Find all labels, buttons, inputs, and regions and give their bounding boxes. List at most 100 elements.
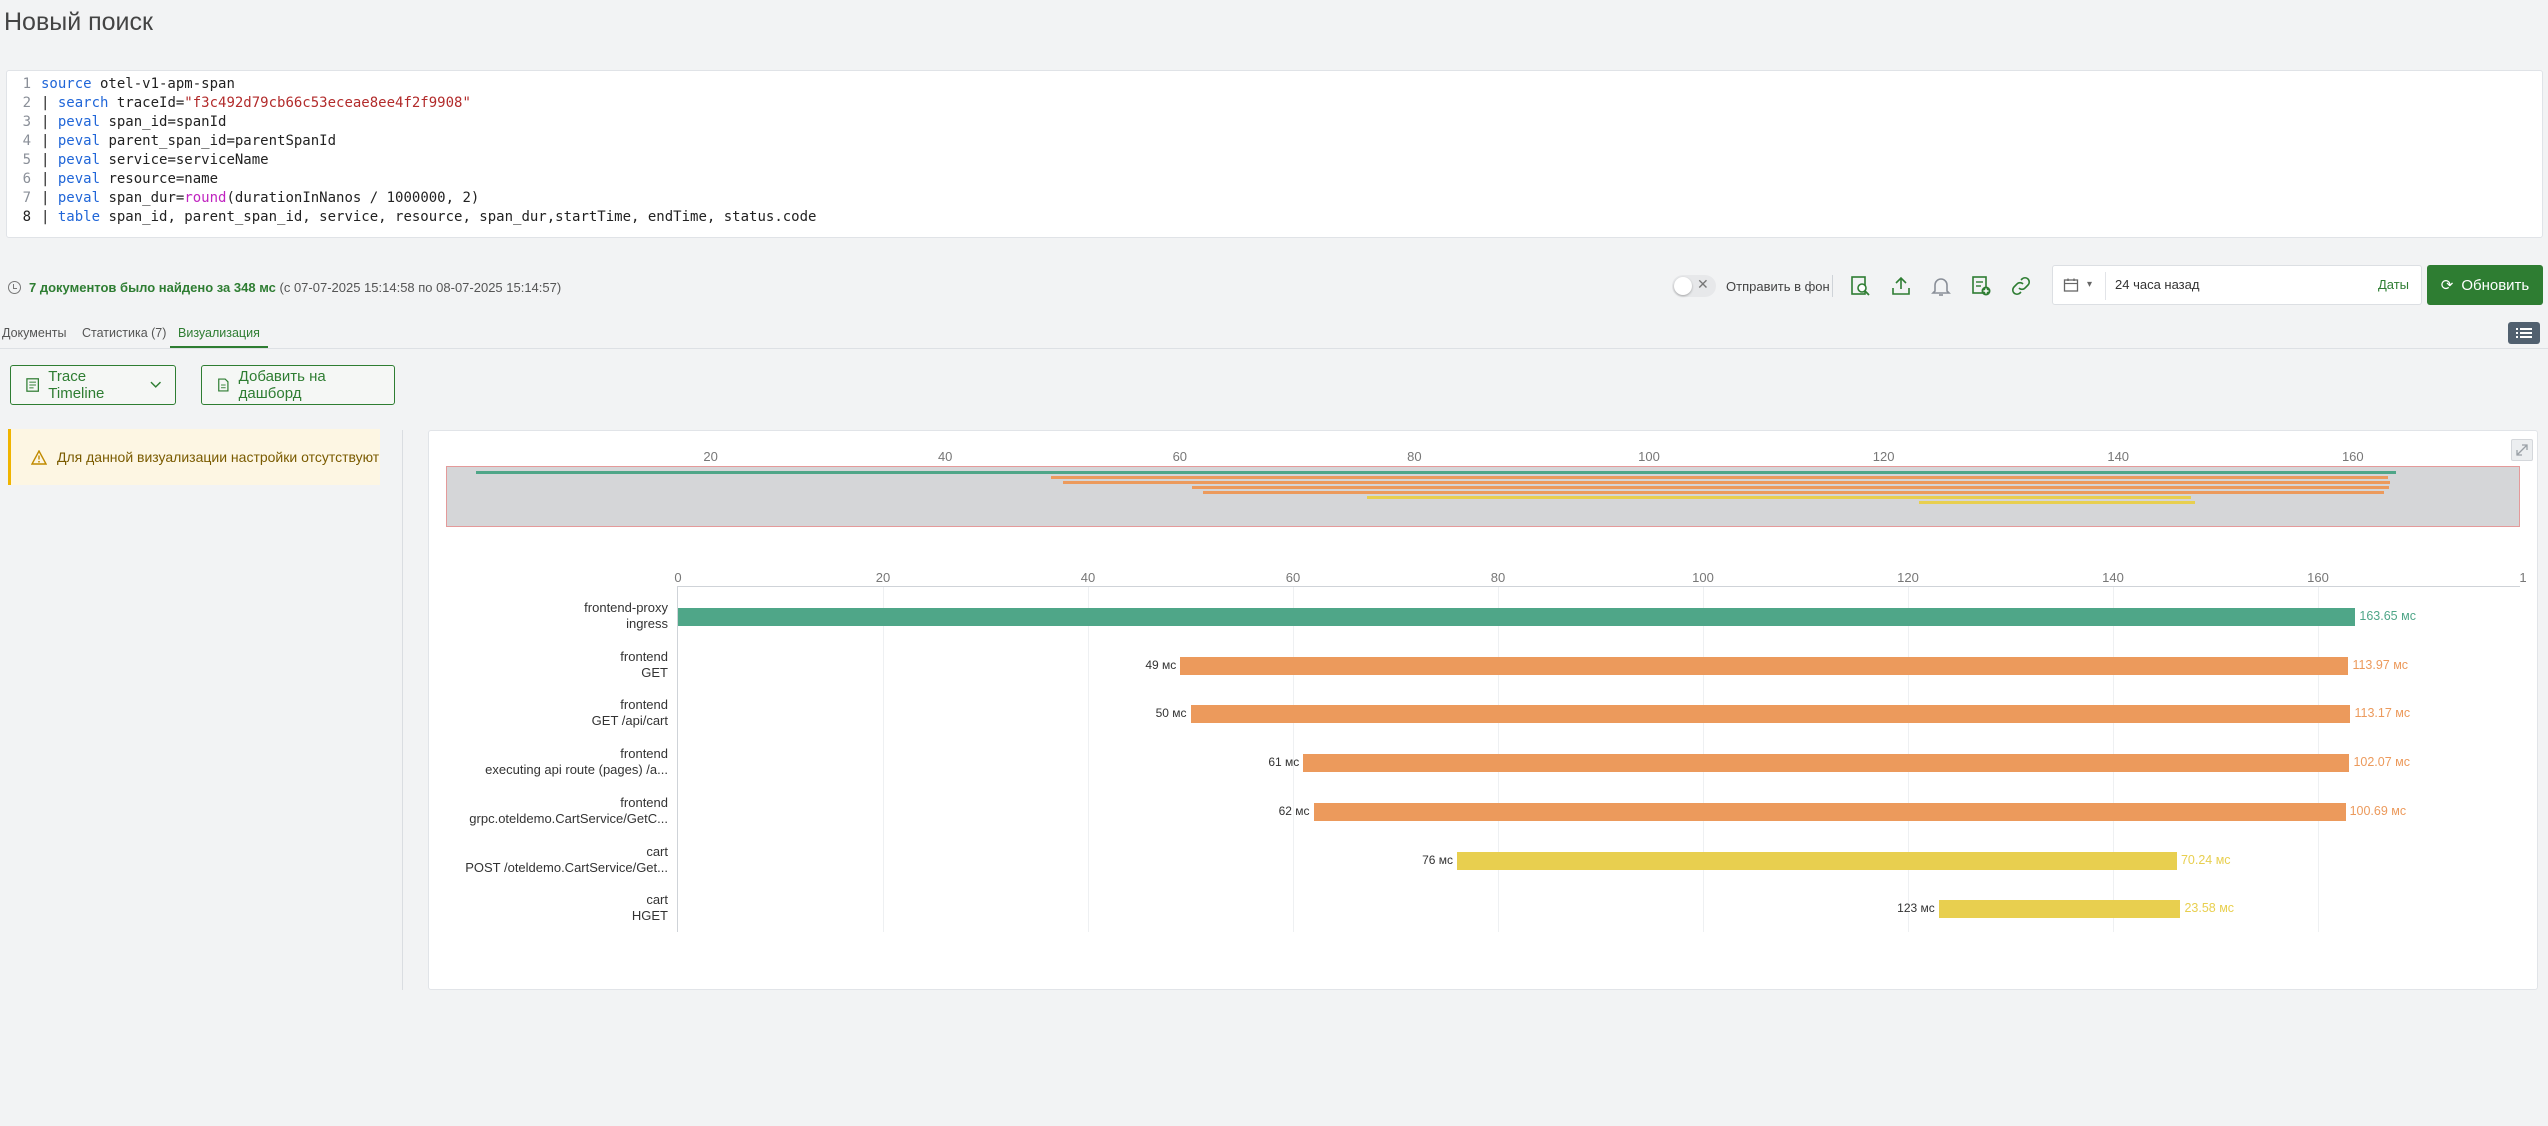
span-bar[interactable] [1313,802,2346,821]
span-resource-label: GET [641,664,668,680]
document-plus-icon [1972,276,1991,296]
overview-tick-label: 40 [937,449,953,464]
span-duration-label: 100.69 мс [2349,803,2407,818]
link-icon [2011,276,2031,296]
overview-tick-label: 80 [1407,449,1422,464]
span-bar[interactable] [1303,754,2350,773]
span-bar[interactable] [1938,900,2181,919]
code-line[interactable]: 3 | peval span_id=spanId [7,113,227,132]
export-button[interactable] [1887,272,1915,300]
code-token: resource=name [100,171,219,187]
query-editor[interactable]: 1 source otel-v1-apm-span 2 | search traceI… [6,70,2543,238]
list-view-button[interactable] [2508,322,2540,344]
share-link-button[interactable] [2007,272,2035,300]
span-resource-label: GET /api/cart [591,713,668,729]
refresh-icon: ⟳ [2440,277,2454,294]
span-bar[interactable] [678,608,2356,626]
code-token: "f3c492d79cb66c53eceae8ee4f2f9908" [184,95,471,111]
overview-tick-label: 20 [703,449,718,464]
upload-icon [1892,276,1910,295]
span-start-label: 61 мс [1268,755,1300,770]
dates-link[interactable]: Даты [2378,277,2409,292]
span-service-label: frontend [620,794,668,810]
code-line[interactable]: 1 source otel-v1-apm-span [7,75,235,94]
add-to-dashboard-button[interactable]: Добавить на дашборд [201,365,395,405]
overview-span-bar [476,471,2396,474]
span-bar[interactable] [1180,656,2349,675]
code-token: round [184,190,227,206]
toggle-knob [1674,277,1692,295]
overview-span-bar [1203,491,2385,494]
background-toggle[interactable]: ✕ [1672,275,1716,297]
code-token: span_id=spanId [100,114,227,130]
expand-icon[interactable] [2511,439,2533,461]
viz-type-select[interactable]: Trace Timeline [10,365,176,405]
code-line[interactable]: 7 | peval span_dur=round(durationInNanos … [7,189,480,208]
axis-tick-label: 20 [875,570,891,585]
axis-tick-label: 60 [1285,570,1301,585]
code-line[interactable]: 8 | table span_id, parent_span_id, servic… [7,208,817,227]
code-token: otel-v1-apm-span [91,76,235,92]
chevron-down-icon [150,381,161,388]
chevron-down-icon[interactable]: ▾ [2087,279,2092,290]
axis-tick-label: 100 [1692,570,1714,585]
code-token: peval [57,114,101,130]
span-start-label: 62 мс [1278,803,1310,818]
axis-tick-label: 120 [1897,570,1919,585]
span-duration-label: 102.07 мс [2353,755,2411,770]
line-number: 8 [22,209,31,225]
time-range-picker[interactable]: ▾ 24 часа назад Даты [2052,265,2422,305]
overview-span-bar [1062,481,2390,484]
refresh-label: Обновить [2461,276,2530,294]
results-count: 7 документов было найдено за 348 мс [29,280,276,295]
code-token: | [41,133,58,149]
span-bar[interactable] [1190,705,2351,724]
settings-alert: Для данной визуализации настройки отсутс… [8,429,380,485]
overview-tick-label: 120 [1872,449,1895,464]
tab-visualization[interactable]: Визуализация [170,322,268,348]
bell-icon [1931,278,1951,296]
gridline [883,587,884,932]
time-range-value[interactable]: 24 часа назад [2115,277,2199,292]
code-token: peval [57,152,101,168]
span-resource-label: ingress [626,616,668,631]
span-duration-label: 163.65 мс [2359,609,2416,623]
code-token: traceId= [108,95,185,111]
picker-divider [2105,272,2106,300]
span-start-label: 50 мс [1155,706,1187,721]
close-icon: ✕ [1697,277,1709,293]
gridline [1088,587,1089,932]
inspect-button[interactable] [1846,272,1874,300]
timeline-axis-line [678,586,2520,587]
span-duration-label: 113.17 мс [2354,706,2411,721]
overview-span-bar [1050,476,2388,479]
code-line[interactable]: 5 | peval service=serviceName [7,151,269,170]
code-line[interactable]: 2 | search traceId="f3c492d79cb66c53eceae… [7,94,471,113]
tab-statistics[interactable]: Статистика (7) [82,322,166,348]
overview-tick-label: 60 [1172,449,1188,464]
background-label: Отправить в фон [1726,279,1830,294]
line-number: 7 [22,190,31,206]
results-summary: 7 документов было найдено за 348 мс (с 0… [8,277,561,299]
span-resource-label: POST /oteldemo.CartService/Get... [465,859,668,875]
overview-span-bar [1918,501,2196,504]
span-bar[interactable] [1457,851,2177,870]
code-token: | [41,190,58,206]
viz-type-label: Trace Timeline [48,368,105,402]
code-token: source [41,76,92,92]
code-line[interactable]: 4 | peval parent_span_id=parentSpanId [7,132,336,151]
tab-documents[interactable]: Документы [2,322,66,348]
code-token: parent_span_id=parentSpanId [100,133,337,149]
code-line[interactable]: 6 | peval resource=name [7,170,218,189]
document-icon [218,378,229,392]
axis-tick-label: 160 [2307,570,2329,585]
page-title: Новый поиск [4,8,153,36]
refresh-button[interactable]: ⟳ Обновить [2427,265,2543,305]
add-report-button[interactable] [1967,272,1995,300]
toolbar-divider [1832,275,1833,297]
span-service-label: cart [646,892,668,908]
tabs-divider [0,348,2548,349]
alert-button[interactable] [1927,272,1955,300]
span-resource-label: HGET [631,908,668,924]
axis-tick-label: 40 [1080,570,1096,585]
